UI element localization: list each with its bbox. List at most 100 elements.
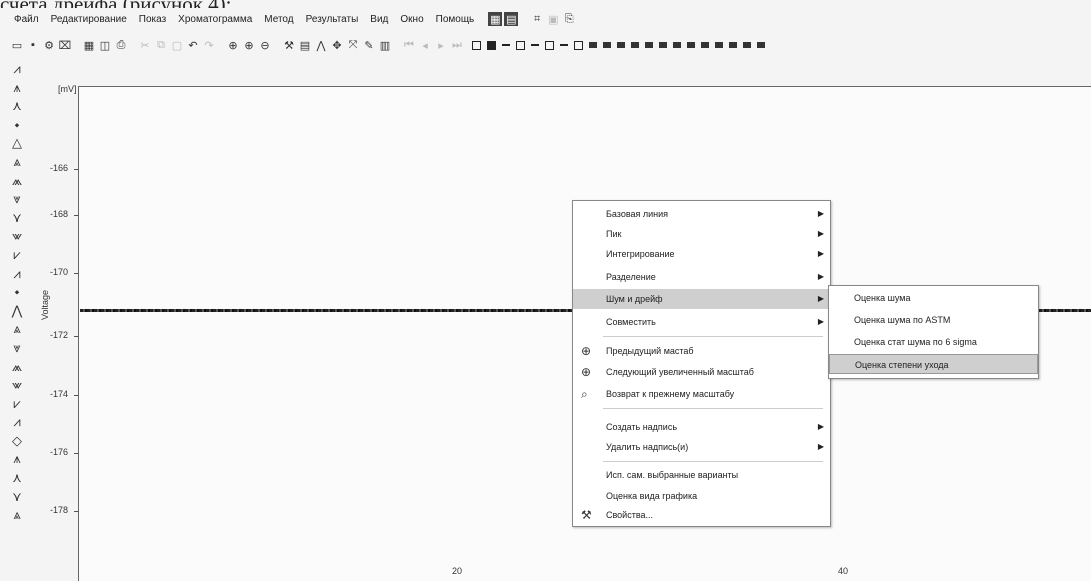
submenu-item-noise[interactable]: Оценка шума (829, 288, 1038, 308)
menu-item-delete-label[interactable]: Удалить надпись(и) ▶ (573, 437, 830, 457)
peak-tool-icon[interactable]: ⋎ (8, 488, 26, 507)
menu-item-next-zoom[interactable]: ⊕ Следующий увеличенный масштаб (573, 362, 830, 382)
chart-icon[interactable]: ⌗ (530, 12, 544, 26)
redo-icon[interactable]: ↷ (202, 38, 216, 52)
trace-segment[interactable] (715, 42, 723, 48)
trace-segment[interactable] (673, 42, 681, 48)
peak-tool-icon[interactable]: ⩚ (8, 450, 26, 469)
marker-icon[interactable]: ⬩ (8, 116, 26, 135)
trace-box[interactable] (516, 40, 525, 50)
menu-chromatogram[interactable]: Хроматограмма (172, 14, 258, 25)
peak-tool-icon[interactable]: ⩘ (8, 265, 26, 284)
submenu-item-drift[interactable]: Оценка степени ухода (829, 354, 1038, 374)
menu-item-use-selected-options[interactable]: Исп. сам. выбранные варианты (573, 465, 830, 485)
peak-tool-icon[interactable]: ⩘ (8, 413, 26, 432)
layout-dropdown-icon[interactable]: ▤ (298, 38, 312, 52)
prev-icon[interactable]: ◂ (418, 38, 432, 52)
trace-segment[interactable] (687, 42, 695, 48)
zoom-out-icon[interactable]: ⊖ (258, 38, 272, 52)
menu-edit[interactable]: Редактирование (45, 14, 133, 25)
peak-tool-icon[interactable]: △ (8, 134, 26, 153)
settings-icon[interactable]: ⚙ (42, 38, 56, 52)
menu-item-graph-view[interactable]: Оценка вида графика (573, 486, 830, 506)
tile-icon[interactable]: ▣ (546, 12, 560, 26)
diamond-icon[interactable]: ◇ (8, 432, 26, 451)
peak-tool-icon[interactable]: ⩕ (8, 358, 26, 377)
trace-segment[interactable] (645, 42, 653, 48)
trace-box-selected[interactable] (487, 40, 496, 50)
next-icon[interactable]: ▸ (434, 38, 448, 52)
peak-tool-icon[interactable]: ⋏ (8, 97, 26, 116)
peak-tool-icon[interactable]: ⩖ (8, 227, 26, 246)
peak-tool-icon[interactable]: ⩖ (8, 376, 26, 395)
trace-selector[interactable] (472, 40, 765, 50)
trace-segment[interactable] (757, 42, 765, 48)
trace-segment[interactable] (729, 42, 737, 48)
trace-box[interactable] (574, 40, 583, 50)
menu-item-properties[interactable]: ⚒ Свойства... (573, 505, 830, 525)
last-icon[interactable]: ⏭ (450, 38, 464, 52)
peak-tool-icon[interactable]: ⩚ (8, 79, 26, 98)
trace-segment[interactable] (631, 42, 639, 48)
menu-view[interactable]: Вид (364, 14, 394, 25)
peak-tool-icon[interactable]: ⩗ (8, 395, 26, 414)
menu-item-peak[interactable]: Пик ▶ (573, 224, 830, 244)
undo-icon[interactable]: ↶ (186, 38, 200, 52)
peak-tool-icon[interactable]: ⩕ (8, 172, 26, 191)
paste-icon[interactable]: ▢ (170, 38, 184, 52)
menu-item-separation[interactable]: Разделение ▶ (573, 267, 830, 287)
report-icon[interactable]: ▦ (82, 38, 96, 52)
preview-icon[interactable]: ◫ (98, 38, 112, 52)
menu-item-reset-zoom[interactable]: ⌕ Возврат к прежнему масштабу (573, 384, 830, 404)
peak-tool-icon[interactable]: ⋀ (8, 302, 26, 321)
trace-segment[interactable] (603, 42, 611, 48)
submenu-item-noise-astm[interactable]: Оценка шума по ASTM (829, 310, 1038, 330)
menu-results[interactable]: Результаты (300, 14, 365, 25)
menu-item-overlay[interactable]: Совместить ▶ (573, 312, 830, 332)
peak-tool-icon[interactable]: ⋎ (8, 209, 26, 228)
export-icon[interactable]: ⎘ (562, 12, 576, 26)
marker-icon[interactable]: ⬩ (8, 283, 26, 302)
move-icon[interactable]: ✥ (330, 38, 344, 52)
cut-icon[interactable]: ✂ (138, 38, 152, 52)
peak-tool-icon[interactable]: ⩓ (8, 153, 26, 172)
first-icon[interactable]: ⏮ (402, 38, 416, 52)
menu-item-create-label[interactable]: Создать надпись ▶ (573, 417, 830, 437)
menu-method[interactable]: Метод (258, 14, 299, 25)
peak-tool-icon[interactable]: ⩓ (8, 320, 26, 339)
menu-item-integration[interactable]: Интегрирование ▶ (573, 244, 830, 264)
layout-icon[interactable]: ▦ (488, 12, 503, 26)
peak-tool-icon[interactable]: ⋏ (8, 469, 26, 488)
copy-icon[interactable]: ⧉ (154, 38, 168, 52)
table-icon[interactable]: ▥ (378, 38, 392, 52)
grid-icon[interactable]: ▤ (504, 12, 519, 26)
trace-segment[interactable] (617, 42, 625, 48)
menu-file[interactable]: Файл (0, 14, 45, 25)
trace-segment[interactable] (701, 42, 709, 48)
properties-icon[interactable]: ⌧ (58, 38, 72, 52)
peak-mode-icon[interactable]: ⋀ (314, 38, 328, 52)
zoom-in-icon[interactable]: ⊕ (242, 38, 256, 52)
menu-show[interactable]: Показ (133, 14, 172, 25)
peak-tool-icon[interactable]: ⩔ (8, 190, 26, 209)
trace-segment[interactable] (589, 42, 597, 48)
menu-item-baseline[interactable]: Базовая линия ▶ (573, 204, 830, 224)
peak-tool-icon[interactable]: ⩓ (8, 506, 26, 525)
menu-item-noise-drift[interactable]: Шум и дрейф ▶ (573, 289, 830, 309)
wrench-icon[interactable]: ⚒ (282, 38, 296, 52)
peak-tool-icon[interactable]: ⩘ (8, 60, 26, 79)
peak-tool-icon[interactable]: ⩗ (8, 246, 26, 265)
trace-segment[interactable] (659, 42, 667, 48)
menu-help[interactable]: Помощь (430, 14, 481, 25)
menu-window[interactable]: Окно (394, 14, 429, 25)
annotate-icon[interactable]: ✎ (362, 38, 376, 52)
submenu-item-noise-6sigma[interactable]: Оценка стат шума по 6 sigma (829, 332, 1038, 352)
print-icon[interactable]: ⎙ (114, 38, 128, 52)
save-icon[interactable]: ▪ (26, 38, 40, 52)
trace-box[interactable] (545, 40, 554, 50)
peak-tool-icon[interactable]: ⩔ (8, 339, 26, 358)
fit-icon[interactable]: ⤧ (346, 38, 360, 52)
zoom-in-icon[interactable]: ⊕ (226, 38, 240, 52)
trace-box[interactable] (472, 40, 481, 50)
open-folder-icon[interactable]: ▭ (10, 38, 24, 52)
